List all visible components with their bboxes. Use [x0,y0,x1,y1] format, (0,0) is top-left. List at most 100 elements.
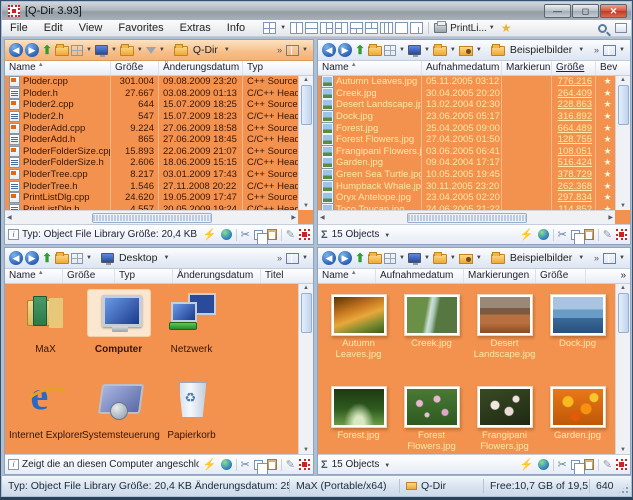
chevron-down-icon[interactable]: ▼ [619,47,625,53]
vertical-scrollbar[interactable]: ▲▼ [298,76,313,210]
forward-button[interactable]: ▶ [25,251,39,265]
column-header[interactable]: Änderungsdatum [159,61,243,75]
desktop-icon-cpanel[interactable]: Systemsteuerung [82,376,155,462]
favorites-star-icon[interactable]: ★ [501,21,512,35]
column-header[interactable]: Name▲ [318,269,376,283]
computer-dropdown[interactable] [408,45,421,55]
menu-item-extras[interactable]: Extras [172,21,219,35]
computer-dropdown[interactable] [408,253,421,263]
file-row[interactable]: Ploder.h27.66703.08.2009 01:13C/C++ Head… [5,88,298,100]
layout-l2r1-button[interactable] [335,22,348,34]
edit-icon[interactable]: ✎ [286,228,295,241]
new-folder-icon[interactable] [55,254,69,264]
up-button[interactable]: ⬆ [354,43,366,57]
back-button[interactable]: ◀ [9,43,23,57]
image-file-row[interactable]: Green Sea Turtle.jpg10.05.2005 19:45378.… [318,169,615,181]
column-header[interactable]: Bev [596,61,630,75]
up-button[interactable]: ⬆ [354,251,366,265]
desktop-icon-bin[interactable]: Papierkorb [155,376,228,462]
chevron-down-icon[interactable]: ▼ [476,255,482,261]
column-header[interactable]: Markierungen [464,269,536,283]
new-folder-icon[interactable] [368,46,382,56]
quick-action-icon[interactable]: ⚡ [520,228,534,241]
print-list-button[interactable]: PrintLi... ▼ [434,23,497,34]
forward-button[interactable]: ▶ [25,43,39,57]
desktop-icon-network[interactable]: Netzwerk [155,290,228,376]
chevron-down-icon[interactable]: ▼ [111,47,117,53]
paste-icon[interactable] [584,229,594,240]
file-row[interactable]: PloderAdd.cpp9.22427.06.2009 18:58C++ So… [5,122,298,134]
layout-t1b2-button[interactable] [350,22,363,34]
chevron-down-icon[interactable]: ▼ [476,47,482,53]
back-button[interactable]: ◀ [9,251,23,265]
object-count[interactable]: 15 Objects ▼ [332,459,516,470]
chevron-down-icon[interactable]: ▼ [619,255,625,261]
file-row[interactable]: PloderTree.cpp8.21703.01.2009 17:43C++ S… [5,169,298,181]
menu-item-file[interactable]: File [2,21,36,35]
thumbnail-item[interactable]: Dock.jpg [541,294,614,386]
vertical-scrollbar[interactable]: ▲▼ [298,284,313,454]
search-icon[interactable] [598,24,607,33]
column-header[interactable]: Aufnahmedatum [422,61,502,75]
quick-action-icon[interactable]: ⚡ [520,458,534,471]
column-header[interactable]: Titel [261,269,313,283]
refresh-icon[interactable] [221,229,232,240]
back-button[interactable]: ◀ [322,251,336,265]
chevron-down-icon[interactable]: ▼ [137,47,143,53]
new-folder-icon[interactable] [55,46,69,56]
chevron-down-icon[interactable]: ▼ [450,47,456,53]
image-file-row[interactable]: Oryx Antelope.jpg23.04.2005 02:20297.834… [318,192,615,204]
view-mode-button[interactable] [71,45,83,56]
chevron-down-icon[interactable]: ▼ [302,47,308,53]
forward-button[interactable]: ▶ [338,251,352,265]
pane-switch-button[interactable] [603,45,616,56]
back-button[interactable]: ◀ [322,43,336,57]
cut-icon[interactable]: ✂ [241,458,250,471]
quick-action-icon[interactable]: ⚡ [203,228,217,241]
copy-icon[interactable] [571,460,580,470]
chevron-down-icon[interactable]: ▼ [302,255,308,261]
qdir-logo-icon[interactable] [299,459,310,470]
overflow-chevron[interactable]: » [594,253,599,263]
qdir-logo-icon[interactable] [616,229,627,240]
edit-icon[interactable]: ✎ [603,458,612,471]
overflow-chevron[interactable]: » [277,45,282,55]
cut-icon[interactable]: ✂ [241,228,250,241]
layout-quad-button[interactable] [263,22,276,34]
image-file-row[interactable]: Autumn Leaves.jpg05.11.2005 03:12776.216… [318,76,615,88]
refresh-icon[interactable] [538,459,549,470]
column-header[interactable]: Typ [243,61,313,75]
minimize-button[interactable]: — [544,4,571,18]
file-row[interactable]: PloderFolderSize.cpp15.89322.06.2009 21:… [5,146,298,158]
chevron-down-icon[interactable]: ▼ [399,47,405,53]
column-header[interactable]: Aufnahmedatum [376,269,464,283]
chevron-down-icon[interactable]: ▼ [424,255,430,261]
pane-switch-button[interactable] [603,253,616,264]
thumbnail-item[interactable]: Autumn Leaves.jpg [322,294,395,386]
overflow-chevron[interactable]: » [277,253,282,263]
thumbnail-item[interactable]: Creek.jpg [395,294,468,386]
image-file-row[interactable]: Forest Flowers.jpg27.04.2005 01:50128.75… [318,134,615,146]
address-path[interactable]: Beispielbilder ▼ [490,44,586,56]
image-file-row[interactable]: Garden.jpg09.04.2004 17:17516.424★ [318,157,615,169]
layout-h2-button[interactable] [305,22,318,34]
refresh-icon[interactable] [538,229,549,240]
address-path[interactable]: Q-Dir ▼ [173,44,232,56]
edit-icon[interactable]: ✎ [286,458,295,471]
paste-icon[interactable] [267,459,277,470]
pane-switch-button[interactable] [286,45,299,56]
pane-switch-button[interactable] [286,253,299,264]
layout-t2b1-button[interactable] [365,22,378,34]
copy-icon[interactable] [254,460,263,470]
vertical-scrollbar[interactable]: ▲▼ [615,76,630,210]
copy-icon[interactable] [254,230,263,240]
column-header[interactable]: Größe [536,269,586,283]
chevron-down-icon[interactable]: ▼ [450,255,456,261]
title-bar[interactable]: [Q-Dir 3.93] — ◻ ✕ [2,2,631,20]
file-row[interactable]: Ploder2.cpp64415.07.2009 18:25C++ Source [5,99,298,111]
image-file-row[interactable]: Forest.jpg25.04.2005 09:00664.489★ [318,122,615,134]
filter-dropdown[interactable] [146,47,156,54]
desktop-icon-ie[interactable]: Internet Explorer [9,376,82,462]
paste-icon[interactable] [584,459,594,470]
overflow-chevron[interactable]: » [594,45,599,55]
